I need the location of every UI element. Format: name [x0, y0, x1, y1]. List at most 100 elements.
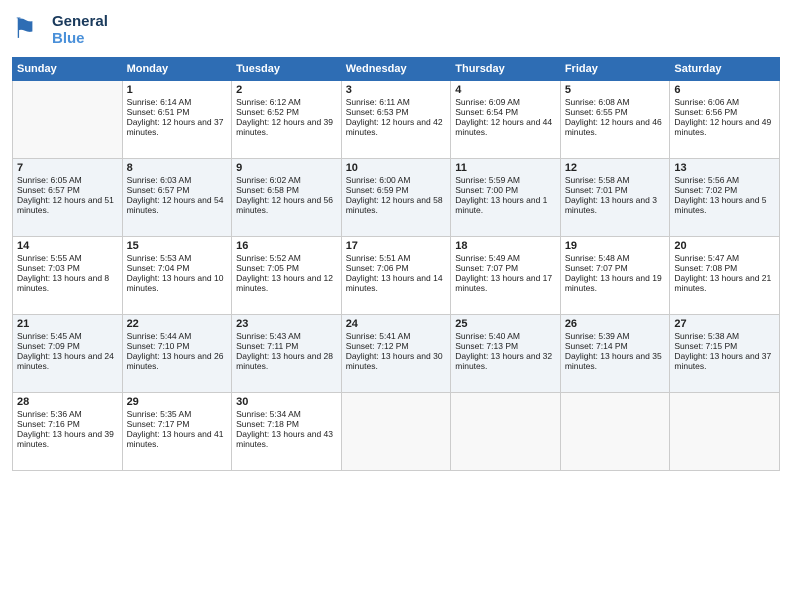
day-number: 26	[565, 318, 666, 330]
day-number: 24	[346, 318, 447, 330]
calendar-cell: 23Sunrise: 5:43 AMSunset: 7:11 PMDayligh…	[232, 315, 342, 393]
day-number: 1	[127, 84, 228, 96]
calendar-cell: 29Sunrise: 5:35 AMSunset: 7:17 PMDayligh…	[122, 393, 232, 471]
calendar-cell: 6Sunrise: 6:06 AMSunset: 6:56 PMDaylight…	[670, 81, 780, 159]
calendar-cell: 22Sunrise: 5:44 AMSunset: 7:10 PMDayligh…	[122, 315, 232, 393]
calendar-cell: 15Sunrise: 5:53 AMSunset: 7:04 PMDayligh…	[122, 237, 232, 315]
cell-info: Sunrise: 5:36 AMSunset: 7:16 PMDaylight:…	[17, 409, 114, 449]
calendar-body: 1Sunrise: 6:14 AMSunset: 6:51 PMDaylight…	[13, 81, 780, 471]
day-number: 17	[346, 240, 447, 252]
calendar-cell	[451, 393, 561, 471]
calendar-week-row: 7Sunrise: 6:05 AMSunset: 6:57 PMDaylight…	[13, 159, 780, 237]
cell-info: Sunrise: 6:06 AMSunset: 6:56 PMDaylight:…	[674, 97, 771, 137]
cell-info: Sunrise: 5:55 AMSunset: 7:03 PMDaylight:…	[17, 253, 109, 293]
calendar-cell: 26Sunrise: 5:39 AMSunset: 7:14 PMDayligh…	[560, 315, 670, 393]
weekday-cell: Saturday	[670, 58, 780, 81]
logo-text: General Blue	[52, 14, 108, 47]
calendar-cell: 13Sunrise: 5:56 AMSunset: 7:02 PMDayligh…	[670, 159, 780, 237]
calendar-cell	[341, 393, 451, 471]
day-number: 2	[236, 84, 337, 96]
day-number: 27	[674, 318, 775, 330]
calendar-cell: 16Sunrise: 5:52 AMSunset: 7:05 PMDayligh…	[232, 237, 342, 315]
calendar-cell: 10Sunrise: 6:00 AMSunset: 6:59 PMDayligh…	[341, 159, 451, 237]
day-number: 19	[565, 240, 666, 252]
cell-info: Sunrise: 5:47 AMSunset: 7:08 PMDaylight:…	[674, 253, 771, 293]
calendar-cell: 30Sunrise: 5:34 AMSunset: 7:18 PMDayligh…	[232, 393, 342, 471]
calendar-cell	[13, 81, 123, 159]
calendar-cell: 27Sunrise: 5:38 AMSunset: 7:15 PMDayligh…	[670, 315, 780, 393]
page-container: ⚑ General Blue SundayMondayTuesdayWednes…	[0, 0, 792, 481]
cell-info: Sunrise: 6:02 AMSunset: 6:58 PMDaylight:…	[236, 175, 333, 215]
day-number: 21	[17, 318, 118, 330]
calendar-cell: 17Sunrise: 5:51 AMSunset: 7:06 PMDayligh…	[341, 237, 451, 315]
svg-text:⚑: ⚑	[12, 13, 37, 44]
cell-info: Sunrise: 5:51 AMSunset: 7:06 PMDaylight:…	[346, 253, 443, 293]
calendar-cell: 9Sunrise: 6:02 AMSunset: 6:58 PMDaylight…	[232, 159, 342, 237]
calendar-cell	[670, 393, 780, 471]
calendar-cell: 11Sunrise: 5:59 AMSunset: 7:00 PMDayligh…	[451, 159, 561, 237]
calendar-cell: 5Sunrise: 6:08 AMSunset: 6:55 PMDaylight…	[560, 81, 670, 159]
cell-info: Sunrise: 6:05 AMSunset: 6:57 PMDaylight:…	[17, 175, 114, 215]
day-number: 18	[455, 240, 556, 252]
day-number: 25	[455, 318, 556, 330]
calendar-week-row: 28Sunrise: 5:36 AMSunset: 7:16 PMDayligh…	[13, 393, 780, 471]
cell-info: Sunrise: 6:12 AMSunset: 6:52 PMDaylight:…	[236, 97, 333, 137]
cell-info: Sunrise: 5:52 AMSunset: 7:05 PMDaylight:…	[236, 253, 333, 293]
weekday-header: SundayMondayTuesdayWednesdayThursdayFrid…	[13, 58, 780, 81]
cell-info: Sunrise: 5:53 AMSunset: 7:04 PMDaylight:…	[127, 253, 224, 293]
day-number: 14	[17, 240, 118, 252]
weekday-cell: Thursday	[451, 58, 561, 81]
weekday-cell: Wednesday	[341, 58, 451, 81]
cell-info: Sunrise: 6:09 AMSunset: 6:54 PMDaylight:…	[455, 97, 552, 137]
cell-info: Sunrise: 5:48 AMSunset: 7:07 PMDaylight:…	[565, 253, 662, 293]
cell-info: Sunrise: 5:43 AMSunset: 7:11 PMDaylight:…	[236, 331, 333, 371]
calendar-cell: 28Sunrise: 5:36 AMSunset: 7:16 PMDayligh…	[13, 393, 123, 471]
calendar-cell: 18Sunrise: 5:49 AMSunset: 7:07 PMDayligh…	[451, 237, 561, 315]
cell-info: Sunrise: 5:59 AMSunset: 7:00 PMDaylight:…	[455, 175, 547, 215]
cell-info: Sunrise: 5:41 AMSunset: 7:12 PMDaylight:…	[346, 331, 443, 371]
cell-info: Sunrise: 5:34 AMSunset: 7:18 PMDaylight:…	[236, 409, 333, 449]
cell-info: Sunrise: 6:11 AMSunset: 6:53 PMDaylight:…	[346, 97, 443, 137]
weekday-cell: Tuesday	[232, 58, 342, 81]
calendar-cell: 14Sunrise: 5:55 AMSunset: 7:03 PMDayligh…	[13, 237, 123, 315]
cell-info: Sunrise: 6:00 AMSunset: 6:59 PMDaylight:…	[346, 175, 443, 215]
logo: ⚑ General Blue	[12, 10, 108, 51]
day-number: 6	[674, 84, 775, 96]
day-number: 28	[17, 396, 118, 408]
calendar-cell: 24Sunrise: 5:41 AMSunset: 7:12 PMDayligh…	[341, 315, 451, 393]
cell-info: Sunrise: 5:49 AMSunset: 7:07 PMDaylight:…	[455, 253, 552, 293]
calendar-cell: 12Sunrise: 5:58 AMSunset: 7:01 PMDayligh…	[560, 159, 670, 237]
cell-info: Sunrise: 5:38 AMSunset: 7:15 PMDaylight:…	[674, 331, 771, 371]
cell-info: Sunrise: 5:56 AMSunset: 7:02 PMDaylight:…	[674, 175, 766, 215]
calendar-cell: 4Sunrise: 6:09 AMSunset: 6:54 PMDaylight…	[451, 81, 561, 159]
day-number: 11	[455, 162, 556, 174]
calendar-cell: 21Sunrise: 5:45 AMSunset: 7:09 PMDayligh…	[13, 315, 123, 393]
day-number: 5	[565, 84, 666, 96]
day-number: 16	[236, 240, 337, 252]
day-number: 20	[674, 240, 775, 252]
header: ⚑ General Blue	[12, 10, 780, 51]
calendar-cell: 2Sunrise: 6:12 AMSunset: 6:52 PMDaylight…	[232, 81, 342, 159]
cell-info: Sunrise: 6:14 AMSunset: 6:51 PMDaylight:…	[127, 97, 224, 137]
day-number: 29	[127, 396, 228, 408]
day-number: 9	[236, 162, 337, 174]
cell-info: Sunrise: 6:08 AMSunset: 6:55 PMDaylight:…	[565, 97, 662, 137]
calendar-cell: 1Sunrise: 6:14 AMSunset: 6:51 PMDaylight…	[122, 81, 232, 159]
weekday-cell: Friday	[560, 58, 670, 81]
calendar-week-row: 21Sunrise: 5:45 AMSunset: 7:09 PMDayligh…	[13, 315, 780, 393]
calendar-cell: 25Sunrise: 5:40 AMSunset: 7:13 PMDayligh…	[451, 315, 561, 393]
calendar-cell: 19Sunrise: 5:48 AMSunset: 7:07 PMDayligh…	[560, 237, 670, 315]
day-number: 22	[127, 318, 228, 330]
day-number: 7	[17, 162, 118, 174]
calendar-cell	[560, 393, 670, 471]
calendar-cell: 7Sunrise: 6:05 AMSunset: 6:57 PMDaylight…	[13, 159, 123, 237]
day-number: 13	[674, 162, 775, 174]
cell-info: Sunrise: 5:45 AMSunset: 7:09 PMDaylight:…	[17, 331, 114, 371]
day-number: 12	[565, 162, 666, 174]
weekday-cell: Sunday	[13, 58, 123, 81]
cell-info: Sunrise: 5:35 AMSunset: 7:17 PMDaylight:…	[127, 409, 224, 449]
calendar-table: SundayMondayTuesdayWednesdayThursdayFrid…	[12, 57, 780, 471]
day-number: 23	[236, 318, 337, 330]
cell-info: Sunrise: 5:44 AMSunset: 7:10 PMDaylight:…	[127, 331, 224, 371]
calendar-cell: 3Sunrise: 6:11 AMSunset: 6:53 PMDaylight…	[341, 81, 451, 159]
